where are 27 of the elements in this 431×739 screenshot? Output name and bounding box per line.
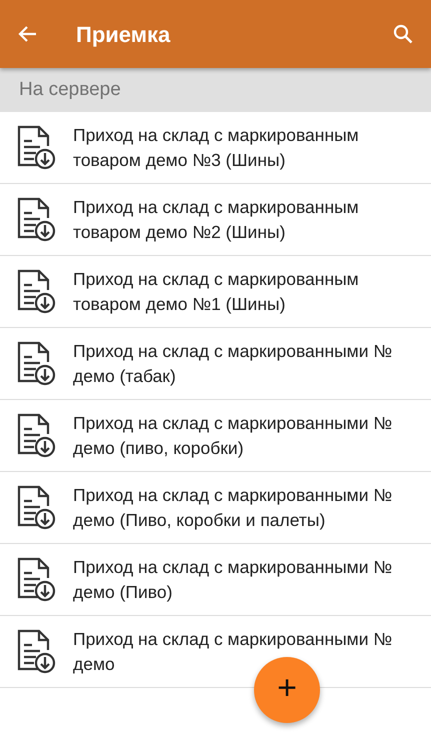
search-icon [391,22,415,46]
document-download-icon [16,412,56,458]
document-download-icon [16,556,56,602]
document-item[interactable]: Приход на склад с маркированными № демо (Пиво, коробки и палеты) [0,472,431,544]
document-item[interactable]: Приход на склад с маркированным товаром демо №1 (Шины) [0,256,431,328]
document-download-icon [16,340,56,386]
section-header: На сервере [0,68,431,112]
document-title: Приход на склад с маркированными № демо (Пиво, коробки и палеты) [73,484,393,532]
document-download-icon [16,628,56,674]
document-title: Приход на склад с маркированными № демо (табак) [73,340,393,388]
document-item[interactable]: Приход на склад с маркированными № демо (табак) [0,328,431,400]
document-title: Приход на склад с маркированным товаром демо №3 (Шины) [73,124,360,172]
document-download-icon [16,268,56,314]
document-item[interactable]: Приход на склад с маркированными № демо (Пиво) [0,544,431,616]
document-title: Приход на склад с маркированными № демо (пиво, коробки) [73,412,393,460]
document-item[interactable]: Приход на склад с маркированными № демо (пиво, коробки) [0,400,431,472]
document-download-icon [16,196,56,242]
document-item[interactable]: Приход на склад с маркированным товаром демо №3 (Шины) [0,112,431,184]
document-item[interactable]: Приход на склад с маркированным товаром демо №2 (Шины) [0,184,431,256]
document-download-icon [16,124,56,170]
screen-title: Приемка [76,20,170,49]
document-title: Приход на склад с маркированными № демо (Пиво) [73,556,393,604]
add-button[interactable]: + [254,657,320,723]
document-download-icon [16,484,56,530]
document-title: Приход на склад с маркированным товаром демо №2 (Шины) [73,196,360,244]
document-title: Приход на склад с маркированным товаром демо №1 (Шины) [73,268,360,316]
search-button[interactable] [391,22,415,46]
